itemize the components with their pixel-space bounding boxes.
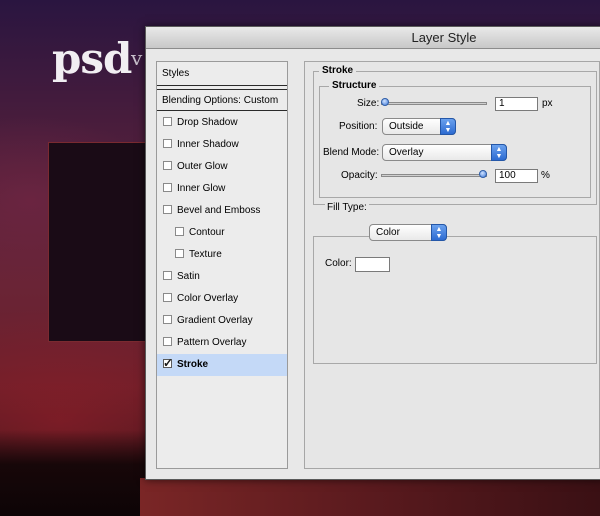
style-item-inner-shadow[interactable]: Inner Shadow: [157, 134, 287, 156]
blend-mode-select-value: Overlay: [389, 147, 424, 158]
background-logo-tail: v: [131, 46, 143, 70]
fill-type-select[interactable]: Color ▲ ▼: [369, 224, 447, 241]
style-item-bevel-and-emboss[interactable]: Bevel and Emboss: [157, 200, 287, 222]
color-label: Color:: [325, 258, 352, 269]
style-item-gradient-overlay[interactable]: Gradient Overlay: [157, 310, 287, 332]
style-checkbox[interactable]: [163, 205, 172, 214]
style-item-label: Texture: [189, 249, 222, 260]
stroke-settings-panel: Stroke Structure Size: 1 px Position: Ou…: [304, 61, 600, 469]
style-checkbox[interactable]: [163, 271, 172, 280]
style-item-stroke[interactable]: ✓ Stroke: [157, 354, 287, 376]
opacity-unit: %: [541, 170, 550, 181]
chevron-updown-icon: ▲ ▼: [491, 144, 507, 161]
size-label: Size:: [357, 98, 380, 109]
fill-type-group-box: [313, 236, 597, 364]
dialog-title: Layer Style: [411, 30, 477, 45]
style-item-label: Bevel and Emboss: [177, 205, 261, 216]
style-item-label: Pattern Overlay: [177, 337, 247, 348]
style-checkbox[interactable]: [163, 139, 172, 148]
size-input[interactable]: 1: [495, 97, 538, 111]
stroke-section-title: Stroke: [319, 65, 357, 76]
position-label: Position:: [339, 121, 378, 132]
style-checkbox[interactable]: [175, 227, 184, 236]
checkmark-icon: ✓: [163, 356, 174, 370]
style-item-label: Inner Glow: [177, 183, 226, 194]
dialog-titlebar[interactable]: Layer Style: [146, 27, 600, 49]
style-item-label: Satin: [177, 271, 200, 282]
style-item-outer-glow[interactable]: Outer Glow: [157, 156, 287, 178]
style-checkbox[interactable]: [163, 337, 172, 346]
color-swatch[interactable]: [355, 257, 390, 272]
style-checkbox[interactable]: [163, 161, 172, 170]
fill-type-label: Fill Type:: [325, 202, 369, 213]
position-select[interactable]: Outside ▲ ▼: [382, 118, 456, 135]
style-checkbox[interactable]: [163, 117, 172, 126]
style-item-inner-glow[interactable]: Inner Glow: [157, 178, 287, 200]
style-item-label: Inner Shadow: [177, 139, 239, 150]
background-silhouette: [0, 430, 150, 516]
styles-list: Styles Blending Options: Custom Drop Sha…: [156, 61, 288, 469]
blending-options-item[interactable]: Blending Options: Custom: [157, 89, 287, 111]
opacity-label: Opacity:: [341, 170, 378, 181]
style-item-label: Contour: [189, 227, 225, 238]
style-item-label: Stroke: [177, 359, 209, 370]
blend-mode-select[interactable]: Overlay ▲ ▼: [382, 144, 507, 161]
size-slider-track[interactable]: [381, 102, 487, 105]
style-checkbox[interactable]: [163, 293, 172, 302]
opacity-slider-thumb[interactable]: [479, 170, 487, 178]
opacity-input[interactable]: 100: [495, 169, 538, 183]
style-item-texture[interactable]: Texture: [157, 244, 287, 266]
style-item-color-overlay[interactable]: Color Overlay: [157, 288, 287, 310]
size-unit: px: [542, 98, 553, 109]
background-logo: psd: [52, 34, 132, 83]
blend-mode-label: Blend Mode:: [323, 147, 380, 158]
style-item-label: Color Overlay: [177, 293, 239, 304]
chevron-updown-icon: ▲ ▼: [431, 224, 447, 241]
style-item-label: Gradient Overlay: [177, 315, 253, 326]
style-item-drop-shadow[interactable]: Drop Shadow: [157, 112, 287, 134]
style-item-satin[interactable]: Satin: [157, 266, 287, 288]
style-item-pattern-overlay[interactable]: Pattern Overlay: [157, 332, 287, 354]
styles-header[interactable]: Styles: [157, 62, 287, 86]
fill-type-select-value: Color: [376, 227, 400, 238]
opacity-slider-track[interactable]: [381, 174, 487, 177]
style-item-label: Outer Glow: [177, 161, 228, 172]
style-checkbox[interactable]: [163, 183, 172, 192]
background-bottom-strip: [140, 478, 600, 516]
size-slider-thumb[interactable]: [381, 98, 389, 106]
style-checkbox[interactable]: [175, 249, 184, 258]
style-checkbox[interactable]: [163, 315, 172, 324]
structure-group-title: Structure: [329, 80, 380, 91]
layer-style-dialog: Layer Style Styles Blending Options: Cus…: [145, 26, 600, 480]
background-dark-panel: [48, 142, 148, 342]
style-item-contour[interactable]: Contour: [157, 222, 287, 244]
chevron-updown-icon: ▲ ▼: [440, 118, 456, 135]
position-select-value: Outside: [389, 121, 424, 132]
style-item-label: Drop Shadow: [177, 117, 238, 128]
style-checkbox[interactable]: ✓: [163, 356, 174, 370]
